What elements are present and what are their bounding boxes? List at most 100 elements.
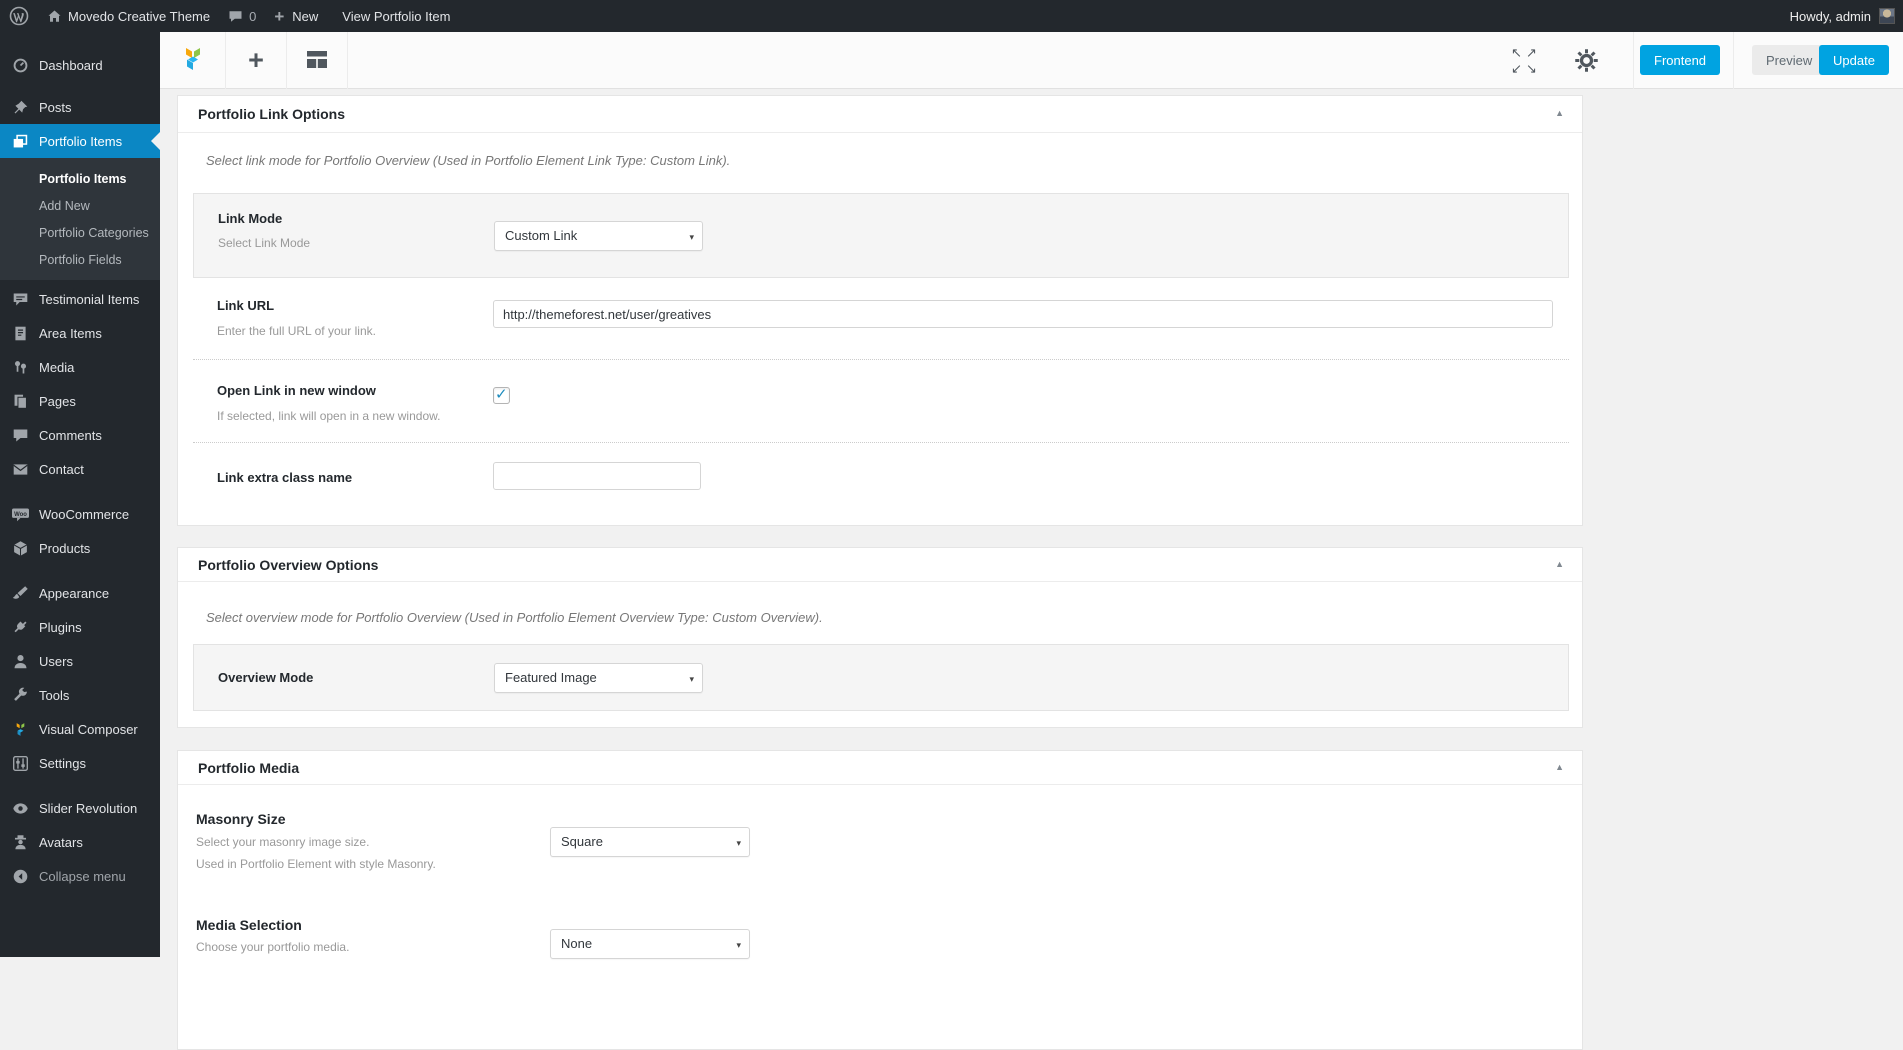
sidebar-item-area-items[interactable]: Area Items: [0, 316, 160, 350]
cube-icon: [10, 538, 30, 558]
sidebar-item-testimonial-items[interactable]: Testimonial Items: [0, 282, 160, 316]
sidebar-item-portfolio-items[interactable]: Portfolio Items: [0, 124, 160, 158]
collapse-arrow-icon[interactable]: ▲: [1555, 108, 1564, 118]
sidebar-item-users[interactable]: Users: [0, 644, 160, 678]
sidebar-item-settings[interactable]: Settings: [0, 746, 160, 780]
wordpress-logo-menu[interactable]: [0, 0, 38, 32]
expand-arrow-bl-icon: ↙: [1511, 61, 1522, 76]
comment-bubble-icon: [228, 9, 243, 24]
account-menu[interactable]: Howdy, admin: [1790, 0, 1895, 32]
dropdown-arrow-icon: ▾: [689, 232, 694, 242]
dropdown-arrow-icon: ▾: [736, 940, 741, 950]
add-element-button[interactable]: +: [226, 32, 287, 89]
sidebar-item-tools[interactable]: Tools: [0, 678, 160, 712]
media-selection-select[interactable]: None ▾: [550, 929, 750, 959]
sidebar-item-products[interactable]: Products: [0, 531, 160, 565]
link-mode-select[interactable]: Custom Link ▾: [494, 221, 703, 251]
comments-menu[interactable]: 0: [219, 0, 265, 32]
masonry-size-select[interactable]: Square ▾: [550, 827, 750, 857]
visual-composer-toolbar: + ↖ ↗ ↙ ↘ Frontend Preview Update: [160, 32, 1903, 89]
expand-arrow-br-icon: ↘: [1526, 61, 1537, 76]
sidebar-item-media[interactable]: Media: [0, 350, 160, 384]
panel-description: Select link mode for Portfolio Overview …: [206, 153, 731, 168]
link-url-input[interactable]: [493, 300, 1553, 328]
site-name: Movedo Creative Theme: [68, 8, 211, 24]
portfolio-media-panel: Portfolio Media ▲ Masonry Size Select yo…: [177, 750, 1583, 1050]
portfolio-submenu: Portfolio Items Add New Portfolio Catego…: [0, 158, 160, 280]
sidebar-item-avatars[interactable]: Avatars: [0, 825, 160, 859]
sidebar-item-plugins[interactable]: Plugins: [0, 610, 160, 644]
overview-mode-select[interactable]: Featured Image ▾: [494, 663, 703, 693]
sidebar-item-visual-composer[interactable]: Visual Composer: [0, 712, 160, 746]
dashboard-icon: [10, 55, 30, 75]
row-separator: [193, 359, 1569, 360]
howdy-label: Howdy, admin: [1789, 8, 1871, 24]
collapse-arrow-icon[interactable]: ▲: [1555, 559, 1564, 569]
submenu-add-new[interactable]: Add New: [0, 192, 160, 219]
woocommerce-icon: Woo: [10, 504, 30, 524]
wordpress-logo-icon: [9, 6, 29, 26]
submenu-portfolio-categories[interactable]: Portfolio Categories: [0, 219, 160, 246]
submenu-portfolio-items[interactable]: Portfolio Items: [0, 165, 160, 192]
submenu-portfolio-fields[interactable]: Portfolio Fields: [0, 246, 160, 273]
panel-header[interactable]: Portfolio Media ▲: [178, 751, 1582, 785]
testimonial-icon: [10, 289, 30, 309]
panel-header[interactable]: Portfolio Overview Options ▲: [178, 548, 1582, 582]
sliders-icon: [10, 753, 30, 773]
sidebar-item-slider-revolution[interactable]: Slider Revolution: [0, 791, 160, 825]
brush-icon: [10, 583, 30, 603]
portfolio-icon: [10, 131, 30, 151]
masonry-size-hint: Select your masonry image size.: [196, 835, 370, 849]
view-portfolio-item-link[interactable]: View Portfolio Item: [327, 0, 459, 32]
slider-revolution-icon: [10, 798, 30, 818]
sidebar-item-comments[interactable]: Comments: [0, 418, 160, 452]
panel-header[interactable]: Portfolio Link Options ▲: [178, 96, 1582, 133]
frontend-button[interactable]: Frontend: [1640, 45, 1721, 75]
sidebar-item-dashboard[interactable]: Dashboard: [0, 48, 160, 82]
link-mode-label: Link Mode: [218, 211, 283, 226]
expand-arrow-tl-icon: ↖: [1511, 45, 1522, 60]
home-icon: [47, 9, 62, 24]
templates-button[interactable]: [287, 32, 348, 89]
settings-gear-button[interactable]: [1574, 48, 1599, 76]
visual-composer-logo-button[interactable]: [160, 32, 226, 89]
new-label: New: [292, 8, 319, 24]
plus-icon: +: [248, 45, 264, 75]
expand-arrow-tr-icon: ↗: [1526, 45, 1537, 60]
sidebar-item-posts[interactable]: Posts: [0, 90, 160, 124]
avatar-hat-icon: [10, 832, 30, 852]
collapse-arrow-icon[interactable]: ▲: [1555, 762, 1564, 772]
toolbar-separator: [1733, 32, 1734, 89]
open-new-window-checkbox[interactable]: ✓: [493, 386, 510, 404]
sidebar-item-collapse-menu[interactable]: Collapse menu: [0, 859, 160, 893]
sidebar-item-appearance[interactable]: Appearance: [0, 576, 160, 610]
extra-class-label: Link extra class name: [217, 470, 353, 485]
link-mode-row: Link Mode Select Link Mode Custom Link ▾: [193, 193, 1569, 278]
pages-icon: [10, 391, 30, 411]
panel-title: Portfolio Overview Options: [198, 556, 379, 573]
wrench-icon: [10, 685, 30, 705]
preview-button[interactable]: Preview: [1752, 45, 1827, 75]
main-content: + ↖ ↗ ↙ ↘ Frontend Preview Update Portfo…: [160, 32, 1903, 1050]
media-selection-hint: Choose your portfolio media.: [196, 940, 350, 954]
toolbar-separator: [1633, 32, 1634, 89]
sidebar-item-pages[interactable]: Pages: [0, 384, 160, 418]
new-menu[interactable]: + New: [265, 0, 327, 32]
fullscreen-button[interactable]: ↖ ↗ ↙ ↘: [1509, 45, 1543, 77]
overview-mode-label: Overview Mode: [218, 670, 314, 685]
posts-pin-icon: [10, 97, 30, 117]
comments-icon: [10, 425, 30, 445]
sidebar-item-woocommerce[interactable]: Woo WooCommerce: [0, 497, 160, 531]
sidebar-item-contact[interactable]: Contact: [0, 452, 160, 486]
visual-composer-logo-icon: [178, 44, 208, 77]
masonry-size-label: Masonry Size: [196, 811, 286, 827]
panel-title: Portfolio Media: [198, 759, 300, 776]
update-button[interactable]: Update: [1819, 45, 1889, 75]
portfolio-link-options-panel: Portfolio Link Options ▲ Select link mod…: [177, 95, 1583, 526]
site-menu[interactable]: Movedo Creative Theme: [38, 0, 219, 32]
extra-class-input[interactable]: [493, 462, 701, 490]
layout-template-icon: [306, 50, 328, 72]
svg-text:Woo: Woo: [14, 511, 27, 517]
admin-sidebar: Dashboard Posts Portfolio Items Portfoli…: [0, 32, 160, 957]
comment-count: 0: [249, 8, 257, 24]
